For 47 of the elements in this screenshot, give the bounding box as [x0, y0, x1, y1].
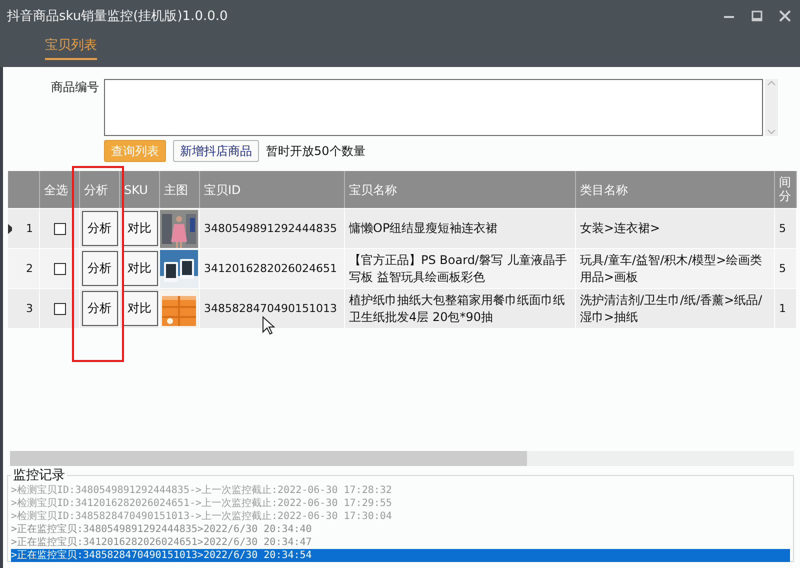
header-cell — [8, 171, 40, 208]
table-cell-text: 植护纸巾抽纸大包整箱家用餐巾纸面巾纸卫生纸批发4层 20包*90抽 — [348, 292, 566, 326]
table-cell-text: 【官方正品】PS Board/磐写 儿童液晶手写板 益智玩具绘画板彩色 — [348, 252, 568, 286]
header-cell: 主图 — [160, 171, 200, 208]
note-text: 暂时开放50个数量 — [266, 142, 366, 160]
compare-button[interactable]: 对比 — [122, 251, 158, 286]
row-header[interactable]: 2 — [8, 248, 40, 288]
header-cell: SKU — [120, 171, 160, 208]
horizontal-scrollbar[interactable] — [10, 451, 794, 466]
table-cell-text: 慵懒OP纽结显瘦短袖连衣裙 — [348, 220, 498, 237]
row-number: 3 — [25, 301, 33, 317]
table-cell-text: 5 — [778, 221, 786, 237]
tab[interactable]: 宝贝列表 — [45, 32, 97, 60]
field-label: 商品编号 — [50, 79, 100, 96]
analyze-button[interactable]: 分析 — [82, 211, 118, 246]
add-product-button[interactable]: 新增抖店商品 — [173, 140, 259, 162]
product-id-field[interactable] — [104, 79, 763, 136]
table-cell-text: 玩具/童车/益智/积木/模型>绘画类用品>画板 — [579, 252, 764, 286]
header-cell: 全选 — [40, 171, 80, 208]
table-cell-text: 1 — [778, 301, 786, 317]
header-cell: 分析 — [80, 171, 120, 208]
row-header[interactable]: 1 — [8, 208, 40, 248]
compare-button[interactable]: 对比 — [122, 291, 158, 326]
maximize-icon — [751, 10, 763, 22]
analyze-button[interactable]: 分析 — [82, 291, 118, 326]
table-cell-text: 女装>连衣裙> — [579, 220, 660, 237]
table-cell-text: 5 — [778, 261, 786, 277]
table-cell-text: 3480549891292444835 — [203, 221, 337, 237]
header-cell: 宝贝名称 — [345, 171, 576, 208]
log-entry[interactable]: >正在监控宝贝:3485828470490151013>2022/6/30 20:34:54 — [11, 549, 790, 562]
row-header[interactable]: 3 — [8, 288, 40, 328]
table-cell-text: 洗护清洁剂/卫生巾/纸/香薰>纸品/湿巾>抽纸 — [579, 292, 764, 326]
compare-button[interactable]: 对比 — [122, 211, 158, 246]
table-cell-text: 3412016282026024651 — [203, 261, 337, 277]
table-cell-text: 3485828470490151013 — [203, 301, 337, 317]
row-checkbox[interactable] — [54, 262, 66, 274]
header-cell: 类目名称 — [576, 171, 775, 208]
row-checkbox[interactable] — [54, 302, 66, 314]
close-icon — [779, 10, 791, 22]
analyze-button[interactable]: 分析 — [82, 251, 118, 286]
row-checkbox[interactable] — [54, 222, 66, 234]
header-cell: 间分 — [775, 171, 797, 208]
window-title: 抖音商品sku销量监控(挂机版)1.0.0.0 — [7, 8, 229, 25]
panel-title: 监控记录 — [12, 467, 66, 484]
row-number: 1 — [25, 221, 33, 237]
row-number: 2 — [25, 261, 33, 277]
header-cell: 宝贝ID — [200, 171, 345, 208]
